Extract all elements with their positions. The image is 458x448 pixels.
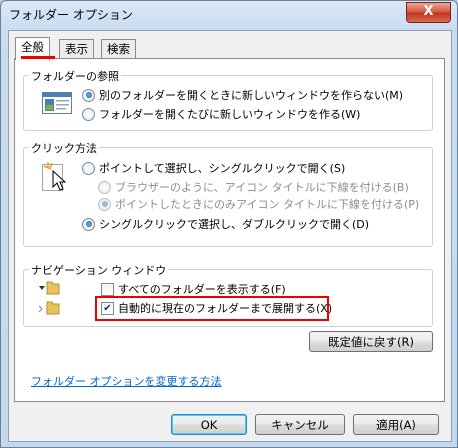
browse-folders-group: フォルダーの参照 別のフォルダーを開くときに新しいウィンドウを作らない(M) フ… [23,68,433,131]
click-items-label: クリック方法 [29,140,99,156]
window-preview-icon [42,92,72,117]
help-link[interactable]: フォルダー オプションを変更する方法 [31,373,222,389]
radio-double-click-label: シングルクリックで選択し、ダブルクリックで開く(D) [99,218,370,231]
general-tab-panel: フォルダーの参照 別のフォルダーを開くときに新しいウィンドウを作らない(M) フ… [14,58,445,402]
checkbox-show-all-folders-box[interactable] [101,282,114,296]
radio-underline-point-label: ポイントしたときにのみアイコン タイトルに下線を付ける(P) [115,198,420,211]
click-items-group: クリック方法 ポイントして選択し、シングルクリックで開く(S) ブラウザーのよう… [23,140,433,247]
radio-double-click[interactable]: シングルクリックで選択し、ダブルクリックで開く(D) [82,216,369,232]
radio-single-click-indicator[interactable] [82,161,95,175]
checkbox-show-all-folders[interactable]: すべてのフォルダーを表示する(F) [101,281,286,297]
navigation-pane-label: ナビゲーション ウィンドウ [29,262,169,278]
cancel-button[interactable]: キャンセル [255,414,345,435]
radio-new-window-label: フォルダーを開くたびに新しいウィンドウを作る(W) [99,108,361,121]
dialog-client-area: 全般 表示 検索 フォルダーの参照 別のフォルダーを開くときに新しいウィンドウを… [8,30,452,442]
radio-underline-browser-indicator[interactable] [98,180,111,194]
browse-folders-label: フォルダーの参照 [29,68,121,84]
ok-button[interactable]: OK [171,414,247,435]
tab-search[interactable]: 検索 [101,39,136,59]
tab-view[interactable]: 表示 [59,39,94,59]
auto-expand-highlight-box [95,296,329,321]
window-title: フォルダー オプション [9,8,133,22]
tab-search-label: 検索 [107,42,130,56]
checkbox-show-all-folders-label: すべてのフォルダーを表示する(F) [118,283,286,296]
radio-single-click-label: ポイントして選択し、シングルクリックで開く(S) [99,162,346,175]
close-button[interactable]: X [406,2,451,23]
tab-highlight-underline [21,56,55,59]
apply-button[interactable]: 適用(A) [353,414,439,435]
folder-tree-icon [36,280,66,319]
radio-double-click-indicator[interactable] [82,217,95,231]
tab-general-label: 全般 [21,40,44,54]
radio-underline-point[interactable]: ポイントしたときにのみアイコン タイトルに下線を付ける(P) [98,196,419,212]
folder-options-window: フォルダー オプション X 全般 表示 検索 フォルダーの参照 別のフォルダーを… [0,0,458,448]
radio-underline-browser-label: ブラウザーのように、アイコン タイトルに下線を付ける(B) [115,181,409,194]
radio-same-window-indicator[interactable] [82,88,95,102]
radio-same-window[interactable]: 別のフォルダーを開くときに新しいウィンドウを作らない(M) [82,87,403,103]
radio-same-window-label: 別のフォルダーを開くときに新しいウィンドウを作らない(M) [99,89,404,102]
radio-single-click[interactable]: ポイントして選択し、シングルクリックで開く(S) [82,160,345,176]
radio-new-window[interactable]: フォルダーを開くたびに新しいウィンドウを作る(W) [82,106,360,122]
restore-defaults-button[interactable]: 既定値に戻す(R) [309,331,433,352]
radio-underline-browser[interactable]: ブラウザーのように、アイコン タイトルに下線を付ける(B) [98,179,409,195]
pointer-click-icon [42,160,72,195]
radio-new-window-indicator[interactable] [82,107,95,121]
tab-view-label: 表示 [65,42,88,56]
close-icon: X [423,4,434,19]
radio-underline-point-indicator[interactable] [98,197,111,211]
